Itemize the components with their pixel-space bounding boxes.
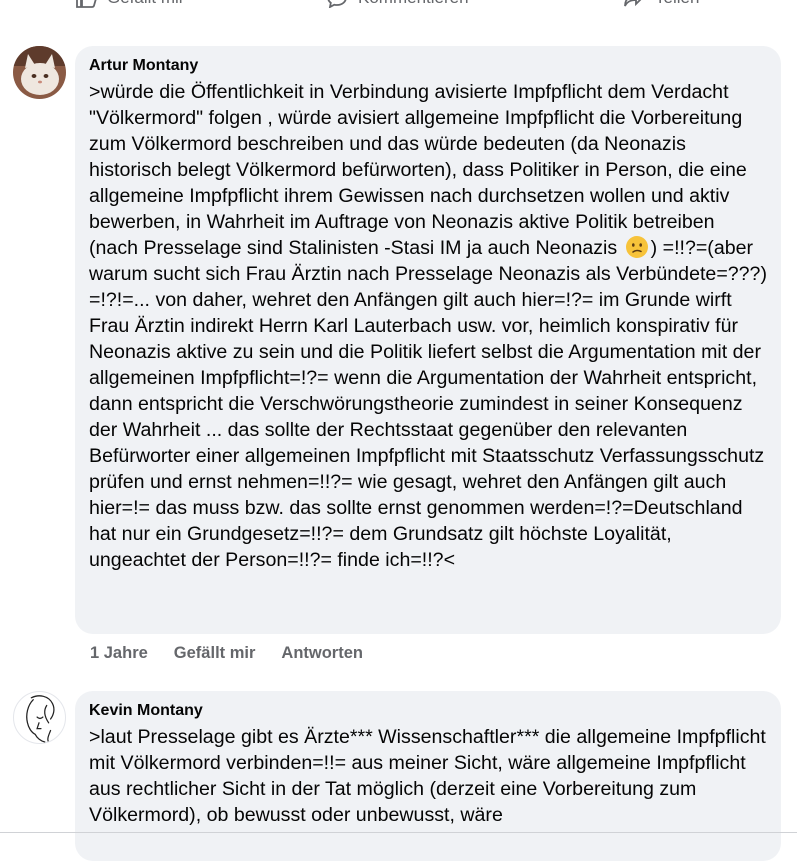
share-arrow-icon — [624, 0, 642, 7]
bottom-divider — [0, 832, 797, 833]
like-label: Gefällt mir — [107, 0, 184, 8]
like-button[interactable]: Gefällt mir — [75, 0, 184, 8]
comment-bubble-icon — [327, 0, 347, 8]
comment-text-part: >würde die Öffentlichkeit in Verbindung … — [89, 81, 747, 259]
share-label: Teilen — [655, 0, 699, 8]
comment-label: Kommentieren — [358, 0, 469, 8]
post-action-bar: Gefällt mir Kommentieren Teilen — [0, 0, 797, 10]
comment-text: >laut Presselage gibt es Ärzte*** Wissen… — [89, 726, 766, 826]
confused-face-icon — [625, 236, 648, 258]
comment-meta: 1 Jahre Gefällt mir Antworten — [90, 644, 363, 663]
comment-author[interactable]: Kevin Montany — [89, 701, 767, 721]
comment-bubble: Artur Montany >würde die Öffentlichkeit … — [75, 46, 781, 634]
sketch-face-avatar-icon — [26, 695, 55, 743]
comment-timestamp[interactable]: 1 Jahre — [90, 644, 148, 663]
comment-reply-button[interactable]: Antworten — [281, 644, 363, 663]
comment-text: >würde die Öffentlichkeit in Verbindung … — [89, 79, 767, 573]
comment-like-button[interactable]: Gefällt mir — [174, 644, 256, 663]
share-button[interactable]: Teilen — [623, 0, 699, 8]
comment-button[interactable]: Kommentieren — [326, 0, 469, 8]
thumbs-up-icon — [76, 0, 97, 8]
comment-text-part: ) =!!?=(aber warum sucht sich Frau Ärzti… — [89, 237, 767, 571]
comment-author[interactable]: Artur Montany — [89, 56, 767, 76]
avatar-sketch[interactable] — [13, 691, 66, 744]
cat-avatar-icon — [13, 46, 66, 99]
avatar-cat[interactable] — [13, 46, 66, 99]
comment-bubble: Kevin Montany >laut Presselage gibt es Ä… — [75, 691, 781, 861]
